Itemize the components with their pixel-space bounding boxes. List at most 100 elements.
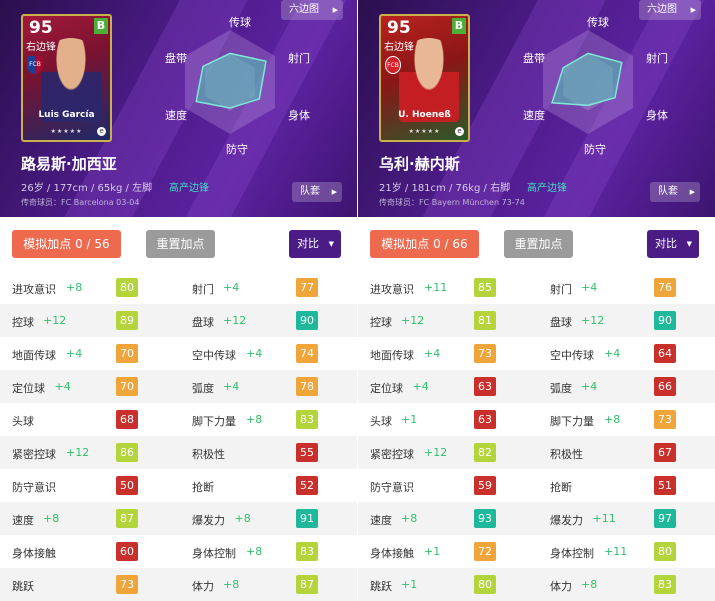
stat-cell: 盘球 +12 90: [180, 304, 357, 337]
stat-value-badge: 90: [296, 311, 318, 330]
stat-name: 身体控制: [550, 547, 594, 560]
stat-name: 身体接触: [12, 547, 56, 560]
stat-bonus: +8: [246, 413, 263, 426]
stat-bonus: +4: [581, 380, 598, 393]
reset-points-button[interactable]: 重置加点: [146, 230, 215, 258]
reset-points-button[interactable]: 重置加点: [504, 230, 573, 258]
stat-name: 防守意识: [12, 481, 56, 494]
stat-cell: 速度 +8 93: [358, 502, 538, 535]
stat-cell: 体力 +8 87: [180, 568, 357, 601]
stat-bonus: +4: [424, 347, 441, 360]
stat-value-badge: 64: [654, 344, 676, 363]
radar-label-bottom-right: 身体: [646, 109, 668, 122]
simulate-points-button[interactable]: 模拟加点 0 / 56: [12, 230, 121, 258]
player-card[interactable]: 95 右边锋 B FCB U. Hoeneß ★★★★★ e: [379, 14, 470, 142]
stat-cell: 身体接触 +1 72: [358, 535, 538, 568]
stat-name: 积极性: [192, 448, 225, 461]
stat-name: 积极性: [550, 448, 583, 461]
player-club: 传奇球员：FC Barcelona 03-04: [21, 198, 140, 207]
stat-value-badge: 50: [116, 476, 138, 495]
playstyle-tag: 高产边锋: [169, 183, 209, 194]
stat-bonus: +8: [581, 578, 598, 591]
stat-value-badge: 67: [654, 443, 676, 462]
stat-value-badge: 80: [474, 575, 496, 594]
player-info: 26岁 / 177cm / 65kg / 左脚: [21, 183, 153, 194]
stat-row: 控球 +12 89 盘球 +12 90: [0, 304, 357, 337]
stat-value-badge: 59: [474, 476, 496, 495]
radar-label-bottom: 防守: [584, 143, 606, 156]
stat-name: 跳跃: [12, 580, 34, 593]
hexagon-view-button[interactable]: 六边图 ▶: [639, 0, 701, 20]
stat-cell: 控球 +12 81: [358, 304, 538, 337]
squad-label: 队套: [658, 186, 678, 197]
stat-name: 身体接触: [370, 547, 414, 560]
player-card[interactable]: 95 右边锋 B FCB Luis García ★★★★★ e: [21, 14, 112, 142]
stat-value-badge: 73: [654, 410, 676, 429]
stat-row: 定位球 +4 63 弧度 +4 66: [358, 370, 715, 403]
stat-name: 身体控制: [192, 547, 236, 560]
playstyle-tag: 高产边锋: [527, 183, 567, 194]
compare-label: 对比: [297, 237, 319, 250]
stat-cell: 紧密控球 +12 86: [0, 436, 180, 469]
stat-name: 体力: [192, 580, 214, 593]
stat-name: 弧度: [192, 382, 214, 395]
hexagon-view-button[interactable]: 六边图 ▶: [281, 0, 343, 20]
stat-bonus: +12: [581, 314, 605, 327]
stat-value-badge: 91: [296, 509, 318, 528]
stat-row: 速度 +8 87 爆发力 +8 91: [0, 502, 357, 535]
stat-row: 跳跃 73 体力 +8 87: [0, 568, 357, 601]
stat-cell: 定位球 +4 63: [358, 370, 538, 403]
radar-label-bottom-left: 速度: [165, 109, 187, 122]
action-bar: 模拟加点 0 / 66 重置加点 对比 ▼: [358, 217, 715, 271]
stat-row: 进攻意识 +11 85 射门 +4 76: [358, 271, 715, 304]
stat-bonus: +12: [223, 314, 247, 327]
stat-name: 射门: [192, 283, 214, 296]
stat-bonus: +12: [66, 446, 90, 459]
stat-value-badge: 97: [654, 509, 676, 528]
stat-name: 盘球: [192, 316, 214, 329]
stat-cell: 弧度 +4 66: [538, 370, 715, 403]
stat-cell: 定位球 +4 70: [0, 370, 180, 403]
stat-cell: 跳跃 +1 80: [358, 568, 538, 601]
squad-label: 队套: [300, 186, 320, 197]
compare-dropdown[interactable]: 对比 ▼: [647, 230, 699, 258]
stat-bonus: +1: [401, 578, 418, 591]
stat-value-badge: 52: [296, 476, 318, 495]
stat-value-badge: 87: [296, 575, 318, 594]
stat-cell: 抢断 51: [538, 469, 715, 502]
club-crest-icon: FCB: [27, 56, 43, 74]
simulate-points-button[interactable]: 模拟加点 0 / 66: [370, 230, 479, 258]
stat-bonus: +4: [581, 281, 598, 294]
stat-value-badge: 63: [474, 410, 496, 429]
stat-cell: 体力 +8 83: [538, 568, 715, 601]
stat-name: 爆发力: [192, 514, 225, 527]
stat-bonus: +4: [604, 347, 621, 360]
stat-value-badge: 76: [654, 278, 676, 297]
stat-cell: 空中传球 +4 74: [180, 337, 357, 370]
compare-dropdown[interactable]: 对比 ▼: [289, 230, 341, 258]
stat-name: 弧度: [550, 382, 572, 395]
stat-cell: 紧密控球 +12 82: [358, 436, 538, 469]
stat-row: 地面传球 +4 70 空中传球 +4 74: [0, 337, 357, 370]
stat-row: 防守意识 50 抢断 52: [0, 469, 357, 502]
squad-button[interactable]: 队套 ▶: [650, 182, 700, 202]
stat-cell: 脚下力量 +8 83: [180, 403, 357, 436]
stat-name: 速度: [12, 514, 34, 527]
radar-label-top-right: 射门: [646, 52, 668, 65]
stat-value-badge: 90: [654, 311, 676, 330]
stat-cell: 身体控制 +8 83: [180, 535, 357, 568]
stat-bonus: +8: [246, 545, 263, 558]
stat-value-badge: 83: [296, 542, 318, 561]
stat-value-badge: 68: [116, 410, 138, 429]
squad-button[interactable]: 队套 ▶: [292, 182, 342, 202]
card-rating: 95: [387, 18, 411, 38]
stat-name: 地面传球: [370, 349, 414, 362]
hexagon-view-label: 六边图: [647, 4, 677, 15]
stat-name: 盘球: [550, 316, 572, 329]
chevron-right-icon: ▶: [690, 6, 696, 14]
stat-bonus: +4: [223, 380, 240, 393]
stat-name: 射门: [550, 283, 572, 296]
stat-name: 抢断: [550, 481, 572, 494]
stat-cell: 弧度 +4 78: [180, 370, 357, 403]
stat-value-badge: 86: [116, 443, 138, 462]
